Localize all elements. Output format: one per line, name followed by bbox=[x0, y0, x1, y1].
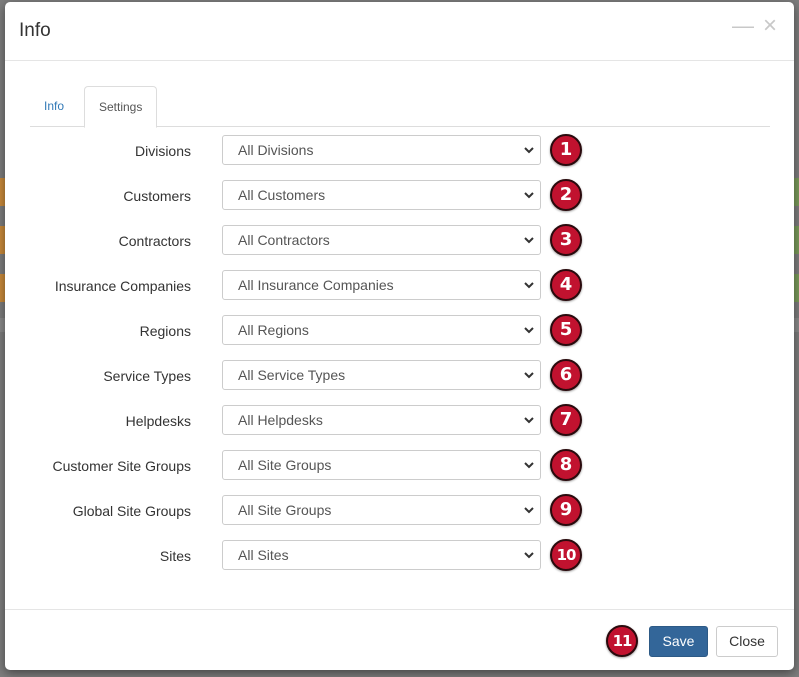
close-icon[interactable]: × bbox=[759, 14, 781, 38]
select-value: All Regions bbox=[238, 322, 309, 338]
annotation-badge: 7 bbox=[550, 404, 582, 436]
select-value: All Divisions bbox=[238, 142, 314, 158]
field-label: Regions bbox=[139, 323, 191, 339]
chevron-down-icon bbox=[524, 282, 534, 289]
annotation-badge: 1 bbox=[550, 134, 582, 166]
annotation-badge: 4 bbox=[550, 269, 582, 301]
save-button[interactable]: Save bbox=[649, 626, 708, 657]
annotation-badge: 8 bbox=[550, 449, 582, 481]
select-value: All Helpdesks bbox=[238, 412, 323, 428]
close-button[interactable]: Close bbox=[716, 626, 778, 657]
insurance-companies-select[interactable]: All Insurance Companies bbox=[222, 270, 541, 300]
chevron-down-icon bbox=[524, 462, 534, 469]
select-value: All Service Types bbox=[238, 367, 346, 383]
customers-select[interactable]: All Customers bbox=[222, 180, 541, 210]
select-value: All Contractors bbox=[238, 232, 330, 248]
field-row-insurance-companies: Insurance Companies All Insurance Compan… bbox=[5, 269, 794, 301]
annotation-badge: 5 bbox=[550, 314, 582, 346]
chevron-down-icon bbox=[524, 327, 534, 334]
field-row-customers: Customers All Customers 2 bbox=[5, 179, 794, 211]
field-label: Global Site Groups bbox=[72, 503, 191, 519]
annotation-badge: 6 bbox=[550, 359, 582, 391]
field-label: Service Types bbox=[103, 368, 191, 384]
customer-site-groups-select[interactable]: All Site Groups bbox=[222, 450, 541, 480]
field-label: Helpdesks bbox=[125, 413, 191, 429]
chevron-down-icon bbox=[524, 552, 534, 559]
contractors-select[interactable]: All Contractors bbox=[222, 225, 541, 255]
tab-info[interactable]: Info bbox=[30, 86, 78, 127]
select-value: All Customers bbox=[238, 187, 326, 203]
field-row-global-site-groups: Global Site Groups All Site Groups 9 bbox=[5, 494, 794, 526]
field-label: Contractors bbox=[118, 233, 191, 249]
field-row-service-types: Service Types All Service Types 6 bbox=[5, 359, 794, 391]
minimize-icon[interactable]: — bbox=[732, 14, 754, 38]
tab-bar: Info Settings bbox=[30, 86, 770, 128]
field-label: Insurance Companies bbox=[54, 278, 191, 294]
service-types-select[interactable]: All Service Types bbox=[222, 360, 541, 390]
field-label: Sites bbox=[159, 548, 191, 564]
tab-settings[interactable]: Settings bbox=[84, 86, 158, 128]
modal-footer: 11 Save Close bbox=[5, 609, 794, 670]
divisions-select[interactable]: All Divisions bbox=[222, 135, 541, 165]
field-label: Customers bbox=[123, 188, 191, 204]
chevron-down-icon bbox=[524, 372, 534, 379]
annotation-badge: 11 bbox=[606, 625, 638, 657]
helpdesks-select[interactable]: All Helpdesks bbox=[222, 405, 541, 435]
chevron-down-icon bbox=[524, 147, 534, 154]
field-row-contractors: Contractors All Contractors 3 bbox=[5, 224, 794, 256]
sites-select[interactable]: All Sites bbox=[222, 540, 541, 570]
annotation-badge: 3 bbox=[550, 224, 582, 256]
chevron-down-icon bbox=[524, 192, 534, 199]
field-row-regions: Regions All Regions 5 bbox=[5, 314, 794, 346]
select-value: All Site Groups bbox=[238, 502, 332, 518]
field-row-divisions: Divisions All Divisions 1 bbox=[5, 134, 794, 166]
global-site-groups-select[interactable]: All Site Groups bbox=[222, 495, 541, 525]
select-value: All Sites bbox=[238, 547, 289, 563]
field-label: Customer Site Groups bbox=[52, 458, 192, 474]
chevron-down-icon bbox=[524, 417, 534, 424]
field-row-customer-site-groups: Customer Site Groups All Site Groups 8 bbox=[5, 449, 794, 481]
field-row-helpdesks: Helpdesks All Helpdesks 7 bbox=[5, 404, 794, 436]
select-value: All Site Groups bbox=[238, 457, 332, 473]
modal-header: Info — × bbox=[5, 2, 794, 61]
select-value: All Insurance Companies bbox=[238, 277, 394, 293]
regions-select[interactable]: All Regions bbox=[222, 315, 541, 345]
field-label: Divisions bbox=[134, 143, 191, 159]
modal-title: Info bbox=[19, 20, 51, 41]
annotation-badge: 10 bbox=[550, 539, 582, 571]
field-row-sites: Sites All Sites 10 bbox=[5, 539, 794, 571]
chevron-down-icon bbox=[524, 237, 534, 244]
annotation-badge: 2 bbox=[550, 179, 582, 211]
annotation-badge: 9 bbox=[550, 494, 582, 526]
settings-modal: Info — × Info Settings Divisions All Div… bbox=[5, 2, 794, 670]
chevron-down-icon bbox=[524, 507, 534, 514]
